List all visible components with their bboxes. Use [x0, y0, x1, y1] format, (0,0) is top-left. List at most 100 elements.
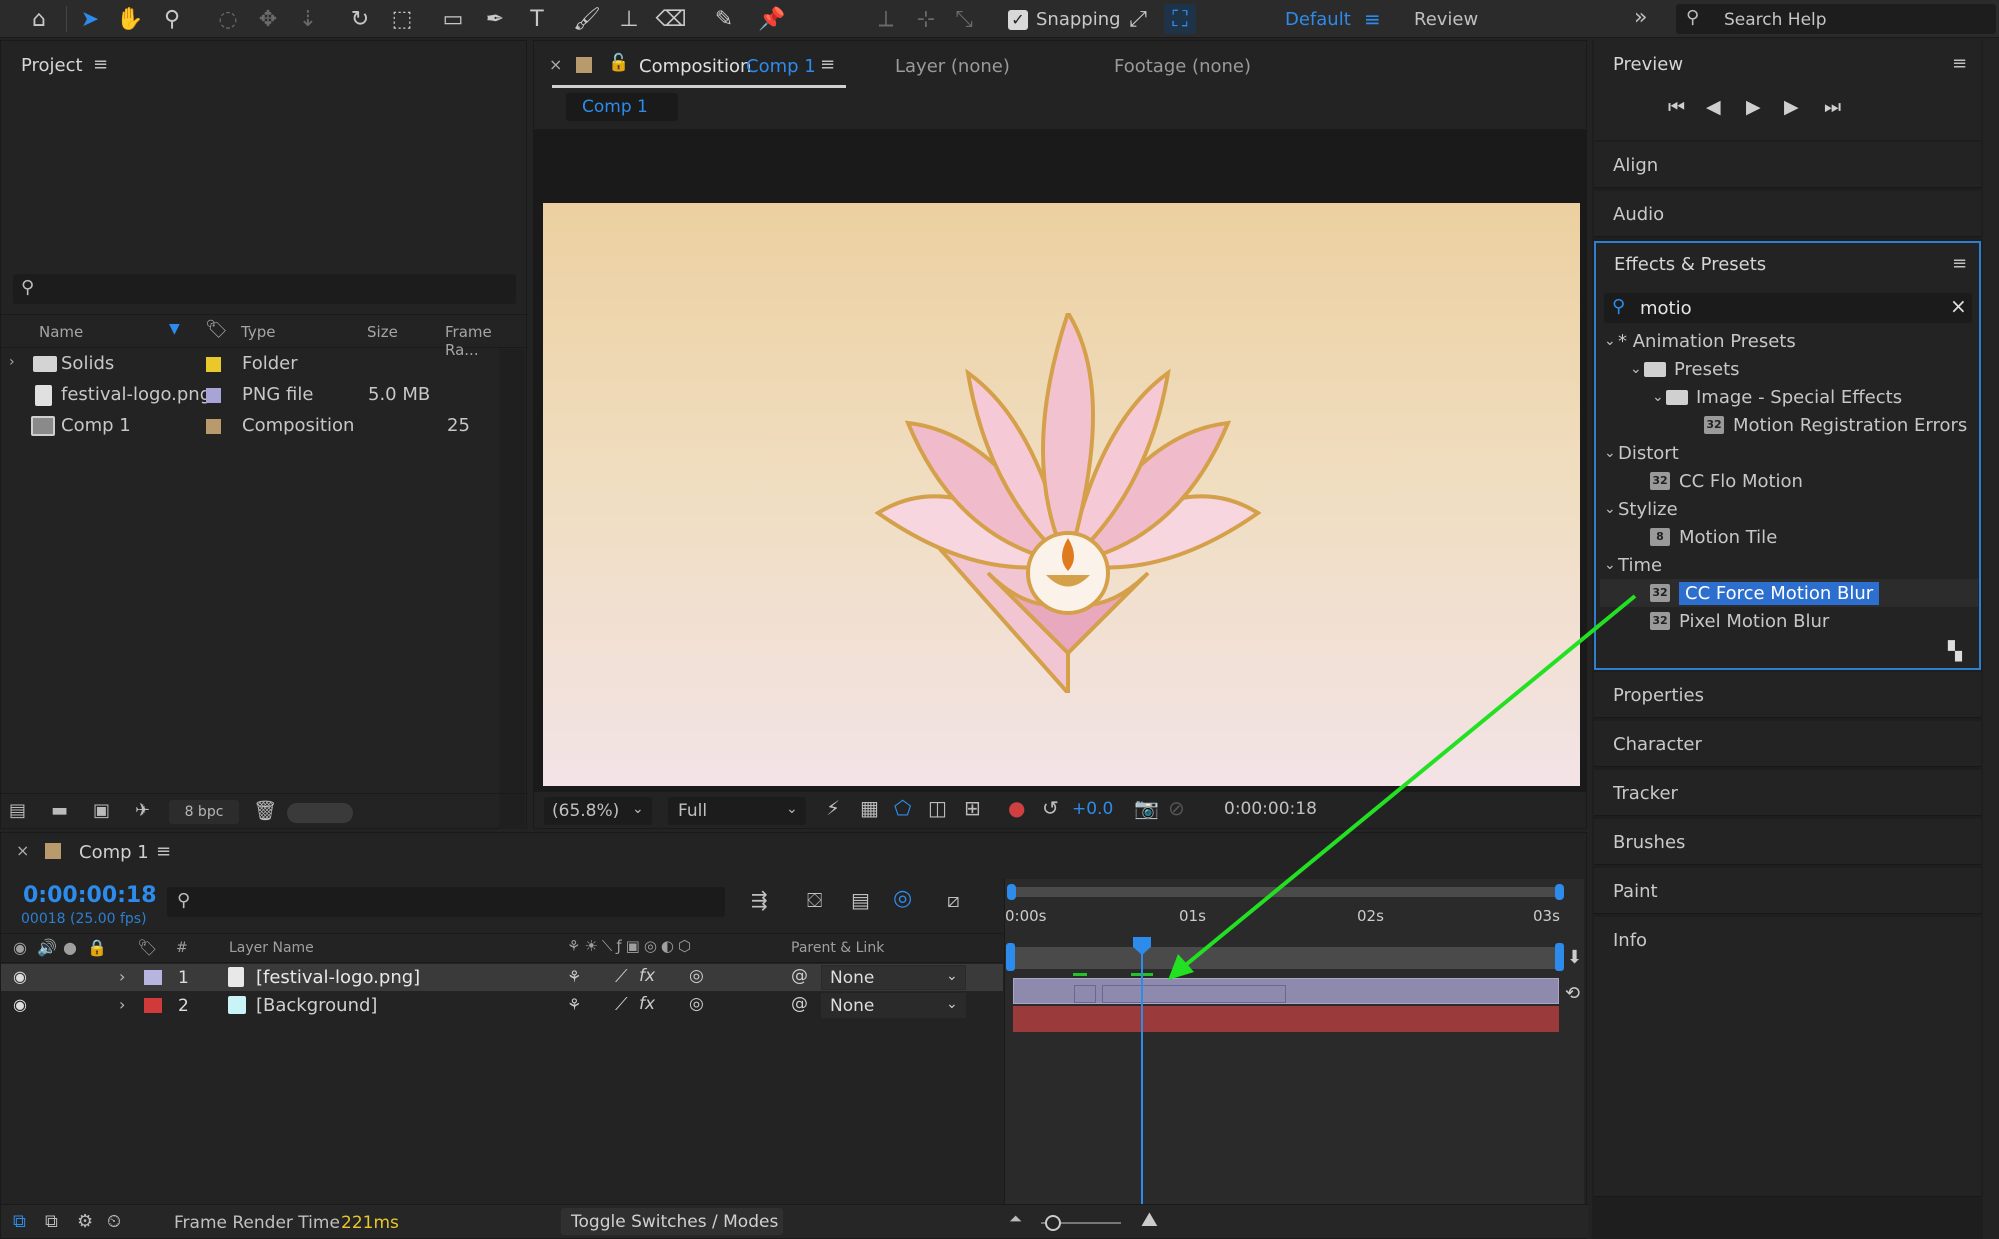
- work-area-start-handle[interactable]: [1006, 943, 1015, 971]
- lock-icon[interactable]: 🔓: [608, 53, 629, 73]
- reset-exposure-icon[interactable]: ↺: [1042, 796, 1059, 820]
- chevron-down-icon[interactable]: ⌄: [1604, 445, 1618, 461]
- render-time-icon[interactable]: ⏲: [107, 1211, 121, 1232]
- camera-snapshot-icon[interactable]: 📷: [1134, 796, 1159, 820]
- zoom-out-icon[interactable]: ⏶: [1009, 1209, 1022, 1229]
- grid-guides-icon[interactable]: ⊞: [964, 796, 981, 820]
- pan-camera-icon[interactable]: ✥: [252, 4, 284, 34]
- zoom-tool-icon[interactable]: ⚲: [156, 4, 188, 34]
- channel-icon[interactable]: ●: [1008, 796, 1025, 820]
- zoom-slider-handle[interactable]: [1045, 1215, 1061, 1231]
- selection-tool-icon[interactable]: ➤: [74, 4, 106, 34]
- close-tab-icon[interactable]: ×: [16, 841, 29, 860]
- work-area-end-handle[interactable]: [1555, 943, 1564, 971]
- mask-visibility-icon[interactable]: ⬠: [894, 796, 911, 820]
- exposure-value[interactable]: +0.0: [1072, 799, 1113, 819]
- effects-search-input[interactable]: ⚲ motio ×: [1604, 293, 1972, 323]
- frame-blending-icon[interactable]: ▤: [851, 888, 870, 912]
- tree-preset[interactable]: 32 Motion Registration Errors: [1600, 411, 1978, 439]
- column-name[interactable]: Name: [39, 323, 83, 341]
- quality-switch-icon[interactable]: ⟋: [615, 966, 628, 987]
- clone-stamp-icon[interactable]: ⊥: [613, 4, 645, 34]
- project-scrollbar[interactable]: [499, 349, 525, 829]
- resolution-dropdown[interactable]: Full ⌄: [668, 797, 806, 825]
- timeline-menu-icon[interactable]: ≡: [156, 841, 171, 862]
- search-help-field[interactable]: ⚲ Search Help: [1676, 4, 1996, 34]
- axis-view-icon[interactable]: ⤡: [948, 4, 980, 34]
- audio-icon[interactable]: 🔊: [37, 938, 57, 957]
- project-item[interactable]: › Solids Folder ⧉: [1, 349, 512, 380]
- last-frame-icon[interactable]: ⏭: [1824, 96, 1841, 118]
- layer-switches-icon[interactable]: ⧉: [13, 1211, 26, 1232]
- navigator-end-handle[interactable]: [1555, 884, 1564, 900]
- axis-local-icon[interactable]: ⟂: [870, 4, 902, 34]
- hand-tool-icon[interactable]: ✋: [114, 4, 146, 34]
- tree-group[interactable]: ⌄ Distort: [1600, 439, 1978, 467]
- label-tag-icon[interactable]: 🏷: [205, 319, 228, 340]
- workspace-overflow-icon[interactable]: »: [1634, 5, 1647, 30]
- project-item[interactable]: festival-logo.png PNG file 5.0 MB: [1, 380, 501, 411]
- region-of-interest-icon[interactable]: ◫: [928, 796, 947, 820]
- layer-label-color[interactable]: [144, 998, 162, 1013]
- tree-effect[interactable]: 8 Motion Tile: [1600, 523, 1978, 551]
- chevron-down-icon[interactable]: ⌄: [1652, 389, 1666, 405]
- character-panel[interactable]: Character: [1594, 721, 1981, 767]
- paint-panel[interactable]: Paint: [1594, 868, 1981, 914]
- motion-blur-switch-icon[interactable]: ◎: [689, 966, 704, 986]
- in-out-columns-icon[interactable]: ⚙: [77, 1211, 93, 1232]
- tree-group[interactable]: ⌄ * Animation Presets: [1600, 327, 1978, 355]
- pan-behind-icon[interactable]: ⬚: [386, 4, 418, 34]
- fx-switch-icon[interactable]: fx: [639, 994, 655, 1014]
- draft-3d-icon[interactable]: ⛋: [807, 888, 822, 912]
- composition-viewer[interactable]: [534, 129, 1586, 791]
- chevron-down-icon[interactable]: ⌄: [1604, 501, 1618, 517]
- workspace-menu-icon[interactable]: ≡: [1364, 7, 1381, 31]
- project-menu-icon[interactable]: ≡: [93, 54, 108, 75]
- pick-whip-icon[interactable]: @: [791, 994, 808, 1014]
- puppet-pin-icon[interactable]: 📌: [756, 4, 788, 34]
- parent-dropdown[interactable]: None ⌄: [821, 993, 966, 1018]
- fast-previews-icon[interactable]: ⚡: [826, 796, 840, 820]
- tree-effect-selected[interactable]: 32 CC Force Motion Blur: [1600, 579, 1978, 607]
- sort-arrow-icon[interactable]: ▼: [169, 321, 180, 337]
- render-queue-icon[interactable]: ✈: [135, 800, 150, 821]
- rectangle-tool-icon[interactable]: ▭: [437, 4, 469, 34]
- rotation-tool-icon[interactable]: ↻: [344, 4, 376, 34]
- transparency-grid-icon[interactable]: ▦: [860, 796, 879, 820]
- clear-search-icon[interactable]: ×: [1950, 294, 1967, 318]
- column-type[interactable]: Type: [241, 323, 275, 341]
- navigator-start-handle[interactable]: [1007, 884, 1016, 900]
- shy-switch-icon[interactable]: ⚘: [567, 995, 581, 1014]
- type-tool-icon[interactable]: T: [521, 4, 553, 34]
- expand-arrow-icon[interactable]: ›: [9, 354, 15, 370]
- comp-canvas[interactable]: [543, 203, 1580, 786]
- snapping-checkbox[interactable]: ✓: [1008, 10, 1028, 30]
- preview-menu-icon[interactable]: ≡: [1952, 53, 1967, 74]
- properties-panel[interactable]: Properties: [1594, 672, 1981, 718]
- tree-folder[interactable]: ⌄ Image - Special Effects: [1600, 383, 1978, 411]
- brush-tool-icon[interactable]: 🖌: [571, 4, 603, 34]
- composition-tab-name[interactable]: Comp 1: [746, 56, 816, 77]
- label-swatch[interactable]: [206, 388, 221, 403]
- first-frame-icon[interactable]: ⏮: [1668, 96, 1685, 118]
- info-panel[interactable]: Info: [1594, 917, 1981, 1197]
- label-tag-icon[interactable]: 🏷: [137, 938, 157, 957]
- comp-menu-icon[interactable]: ≡: [820, 54, 835, 75]
- comp-navigator-tab[interactable]: Comp 1: [566, 93, 678, 121]
- column-layer-name[interactable]: Layer Name: [229, 940, 314, 956]
- trash-icon[interactable]: 🗑: [253, 799, 277, 822]
- shy-switch-icon[interactable]: ⚘: [567, 967, 581, 986]
- layer-name[interactable]: [Background]: [256, 995, 377, 1016]
- tree-group[interactable]: ⌄ Time: [1600, 551, 1978, 579]
- comp-marker-bin-icon[interactable]: ⬇: [1567, 947, 1582, 968]
- layer-bar-background[interactable]: [1013, 1006, 1559, 1032]
- label-swatch[interactable]: [206, 357, 221, 372]
- layer-row[interactable]: ◉ › 2 [Background] ⚘ ⟋ fx ◎ @ None ⌄: [1, 992, 1003, 1019]
- tree-group[interactable]: ⌄ Stylize: [1600, 495, 1978, 523]
- motion-blur-toggle-icon[interactable]: ◎: [893, 886, 912, 911]
- eraser-tool-icon[interactable]: ⌫: [655, 4, 687, 34]
- new-folder-icon[interactable]: ▬: [51, 800, 68, 821]
- transfer-controls-icon[interactable]: ⧉: [45, 1211, 58, 1232]
- pen-tool-icon[interactable]: ✒: [479, 4, 511, 34]
- dolly-camera-icon[interactable]: ⇣: [292, 4, 324, 34]
